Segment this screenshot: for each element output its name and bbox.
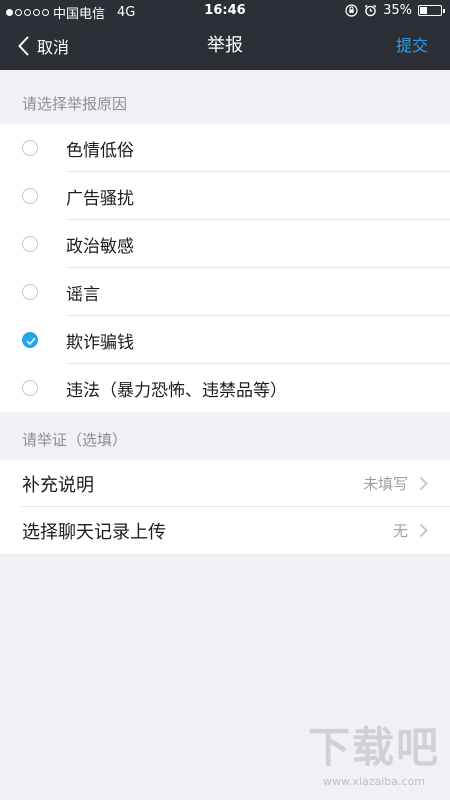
reason-option[interactable]: 谣言 xyxy=(0,268,450,316)
status-right: 35% xyxy=(345,3,445,18)
watermark-text: 下载吧 xyxy=(307,723,440,772)
evidence-row-value: 无 xyxy=(392,522,408,540)
reason-option[interactable]: 违法（暴力恐怖、违禁品等） xyxy=(0,364,450,412)
chevron-right-icon xyxy=(419,523,428,542)
reason-option-label: 谣言 xyxy=(66,284,100,305)
rotation-lock-icon xyxy=(345,4,358,17)
radio-unchecked-icon[interactable] xyxy=(22,188,38,204)
reason-option[interactable]: 色情低俗 xyxy=(0,124,450,172)
reason-option-label: 欺诈骗钱 xyxy=(66,332,134,353)
evidence-list: 补充说明 未填写选择聊天记录上传 无 xyxy=(0,460,450,554)
reasons-section-header: 请选择举报原因 xyxy=(22,95,128,113)
watermark-logo: 下载吧 www.xiazaiba.com xyxy=(308,714,440,788)
reason-option[interactable]: 欺诈骗钱 xyxy=(0,316,450,364)
reason-option-label: 广告骚扰 xyxy=(66,188,134,209)
reason-option[interactable]: 政治敏感 xyxy=(0,220,450,268)
reason-option-label: 违法（暴力恐怖、违禁品等） xyxy=(66,380,287,401)
evidence-row[interactable]: 选择聊天记录上传 无 xyxy=(0,507,450,554)
reason-option[interactable]: 广告骚扰 xyxy=(0,172,450,220)
radio-unchecked-icon[interactable] xyxy=(22,284,38,300)
reasons-list: 色情低俗广告骚扰政治敏感谣言欺诈骗钱违法（暴力恐怖、违禁品等） xyxy=(0,124,450,412)
alarm-icon xyxy=(364,4,377,17)
chevron-right-icon xyxy=(419,476,428,495)
nav-bar: 取消 举报 提交 xyxy=(0,22,450,70)
submit-button[interactable]: 提交 xyxy=(396,22,428,70)
radio-unchecked-icon[interactable] xyxy=(22,140,38,156)
evidence-row-label: 选择聊天记录上传 xyxy=(22,521,166,543)
status-bar: 中国电信 4G 16:46 35% xyxy=(0,0,450,22)
reason-option-label: 色情低俗 xyxy=(66,140,134,161)
evidence-row[interactable]: 补充说明 未填写 xyxy=(0,460,450,507)
evidence-section-header: 请举证（选填） xyxy=(22,431,128,449)
watermark-url: www.xiazaiba.com xyxy=(322,775,426,788)
radio-checked-icon[interactable] xyxy=(22,332,38,348)
evidence-row-value: 未填写 xyxy=(362,475,408,493)
battery-percent: 35% xyxy=(383,3,412,18)
radio-unchecked-icon[interactable] xyxy=(22,236,38,252)
page-title: 举报 xyxy=(207,35,243,56)
reason-option-label: 政治敏感 xyxy=(66,236,134,257)
radio-unchecked-icon[interactable] xyxy=(22,380,38,396)
battery-icon xyxy=(418,5,445,16)
evidence-row-label: 补充说明 xyxy=(22,474,94,496)
